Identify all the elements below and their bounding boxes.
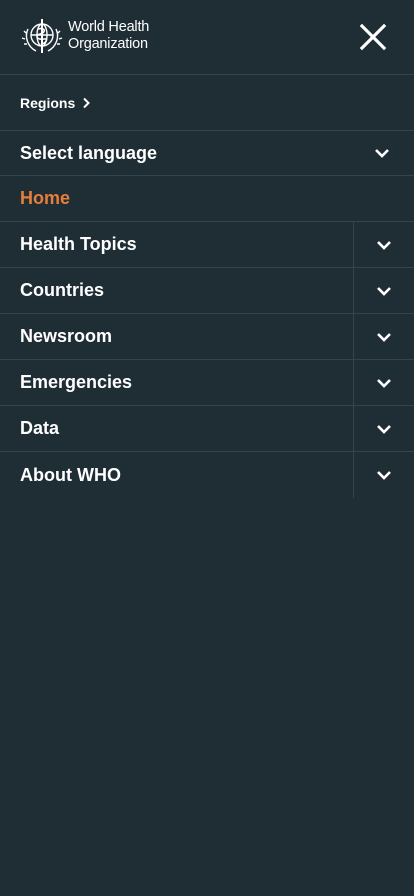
who-logo[interactable]: World Health Organization — [20, 15, 149, 57]
expand-data-button[interactable] — [354, 406, 414, 451]
expand-emergencies-button[interactable] — [354, 360, 414, 405]
expand-about-who-button[interactable] — [354, 452, 414, 498]
regions-link[interactable]: Regions — [0, 75, 414, 131]
nav-item-emergencies: Emergencies — [0, 360, 414, 406]
site-header: World Health Organization — [0, 0, 414, 75]
expand-health-topics-button[interactable] — [354, 222, 414, 267]
regions-label: Regions — [20, 94, 76, 111]
chevron-down-icon — [377, 332, 391, 342]
chevron-down-icon — [377, 424, 391, 434]
nav-link-about-who[interactable]: About WHO — [0, 452, 354, 498]
language-selector[interactable]: Select language — [0, 131, 414, 176]
chevron-down-icon — [375, 149, 389, 158]
logo-wordmark: World Health Organization — [68, 19, 149, 53]
nav-link-newsroom[interactable]: Newsroom — [0, 314, 354, 359]
nav-item-newsroom: Newsroom — [0, 314, 414, 360]
chevron-right-icon — [83, 97, 91, 108]
expand-countries-button[interactable] — [354, 268, 414, 313]
main-menu: Health Topics Countries Newsroom Emergen… — [0, 222, 414, 498]
chevron-down-icon — [377, 471, 391, 480]
nav-item-countries: Countries — [0, 268, 414, 314]
chevron-down-icon — [377, 378, 391, 388]
close-icon[interactable] — [358, 22, 388, 52]
chevron-down-icon — [377, 240, 391, 250]
nav-link-health-topics[interactable]: Health Topics — [0, 222, 354, 267]
nav-item-home[interactable]: Home — [0, 176, 414, 222]
who-emblem-icon — [21, 19, 63, 53]
logo-line-1: World Health — [68, 19, 150, 35]
nav-item-health-topics: Health Topics — [0, 222, 414, 268]
nav-item-about-who: About WHO — [0, 452, 414, 498]
nav-link-countries[interactable]: Countries — [0, 268, 354, 313]
language-label: Select language — [20, 142, 158, 163]
logo-line-2: Organization — [68, 36, 148, 52]
chevron-down-icon — [377, 286, 391, 296]
expand-newsroom-button[interactable] — [354, 314, 414, 359]
nav-item-data: Data — [0, 406, 414, 452]
nav-link-data[interactable]: Data — [0, 406, 354, 451]
home-label: Home — [20, 188, 71, 208]
nav-link-emergencies[interactable]: Emergencies — [0, 360, 354, 405]
